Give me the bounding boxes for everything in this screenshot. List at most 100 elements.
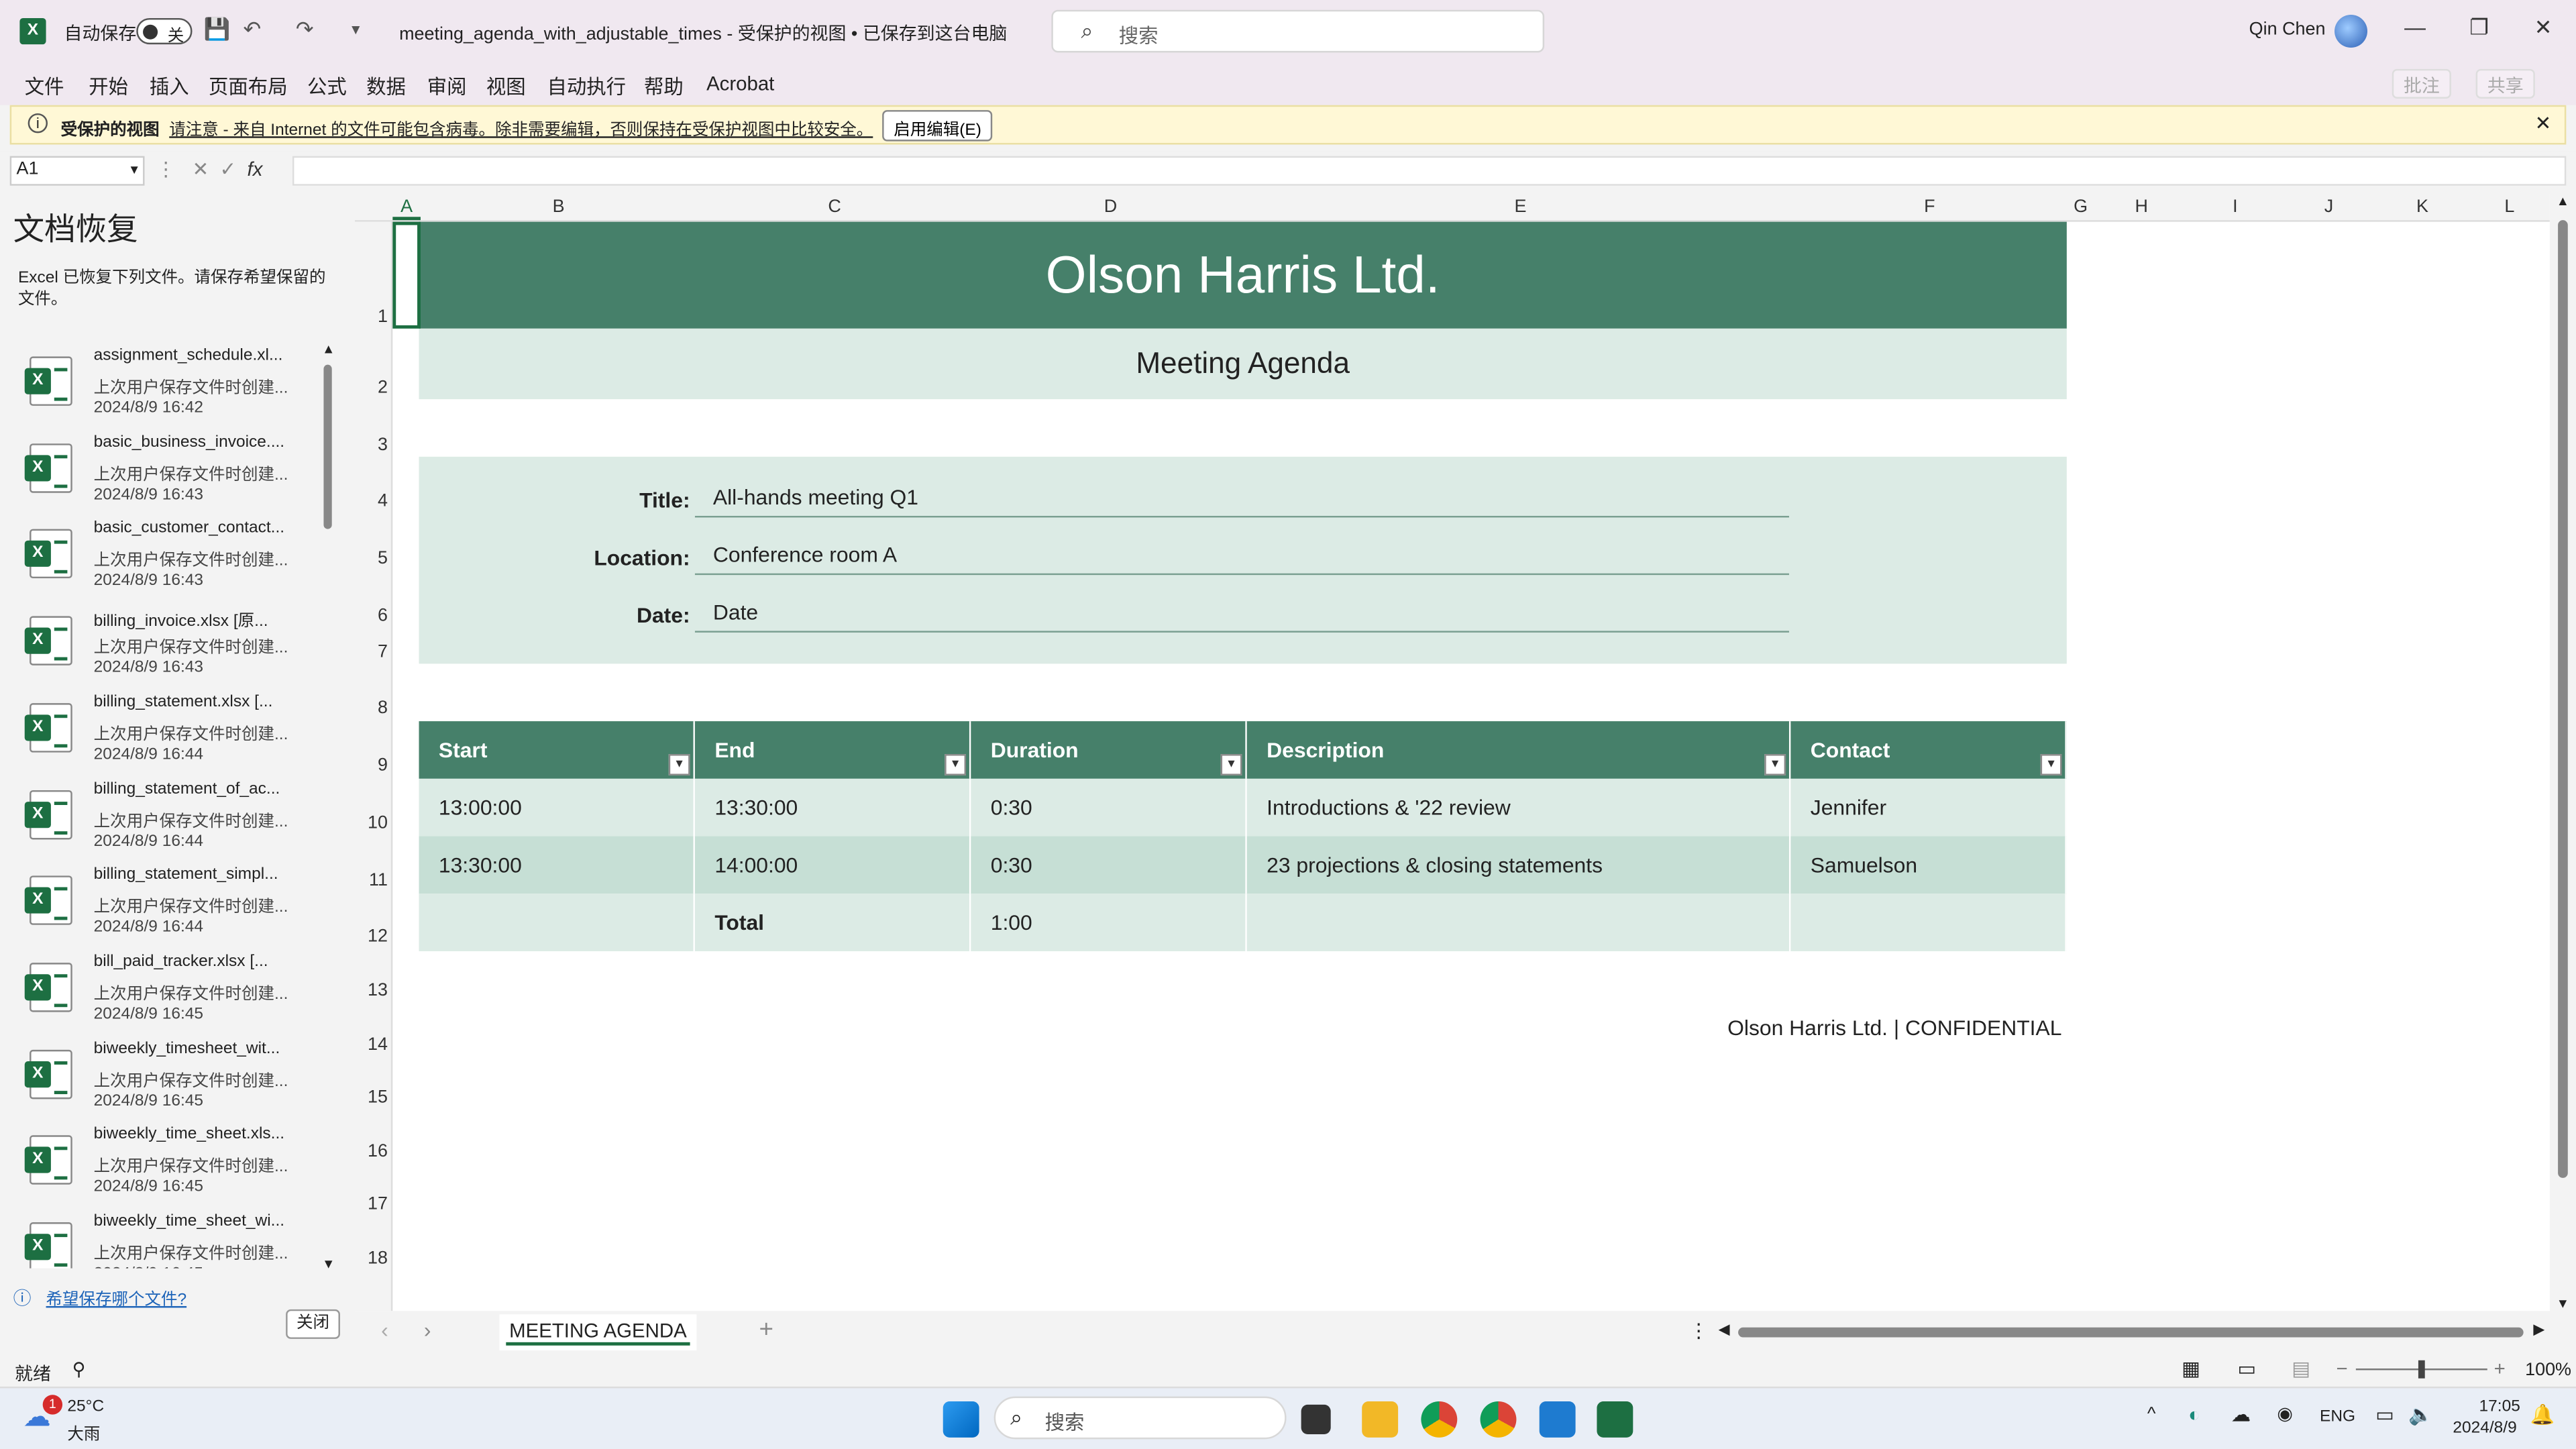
column-header[interactable]: C bbox=[696, 197, 972, 217]
onedrive-icon[interactable]: ☁ bbox=[2231, 1403, 2251, 1426]
tray-app-icon[interactable]: ◉ bbox=[2277, 1403, 2293, 1424]
zoom-slider[interactable] bbox=[2355, 1360, 2487, 1379]
formula-input[interactable] bbox=[292, 156, 2567, 186]
edge-icon[interactable]: ◐ bbox=[2188, 1403, 2200, 1426]
avatar[interactable] bbox=[2334, 15, 2368, 48]
recovery-list-item[interactable]: biweekly_time_sheet.xls... 上次用户保存文件时创建...… bbox=[0, 1126, 321, 1213]
minimize-icon[interactable]: — bbox=[2399, 15, 2432, 40]
row-header[interactable]: 10 bbox=[355, 813, 388, 833]
row-header[interactable]: 16 bbox=[355, 1142, 388, 1161]
tab-insert[interactable]: 插入 bbox=[150, 72, 189, 101]
scroll-thumb[interactable] bbox=[323, 364, 332, 529]
tab-automate[interactable]: 自动执行 bbox=[547, 72, 627, 101]
document-title[interactable]: meeting_agenda_with_adjustable_times - 受… bbox=[399, 19, 1007, 46]
comments-button[interactable]: 批注 bbox=[2392, 68, 2451, 99]
cancel-icon[interactable]: ✕ bbox=[193, 158, 209, 180]
insert-function-icon[interactable]: fx bbox=[248, 158, 263, 180]
column-header[interactable]: F bbox=[1792, 197, 2067, 217]
tab-view[interactable]: 视图 bbox=[486, 72, 526, 101]
clock-date[interactable]: 2024/8/9 bbox=[2453, 1419, 2516, 1438]
table-cell[interactable]: 13:00:00 bbox=[419, 778, 695, 837]
taskbar-search[interactable]: ⌕ 搜索 bbox=[994, 1396, 1287, 1440]
column-header[interactable]: K bbox=[2375, 197, 2469, 217]
column-header-description[interactable]: Description ▼ bbox=[1246, 721, 1791, 779]
date-value[interactable]: Date bbox=[694, 600, 1789, 633]
page-break-icon[interactable]: ▤ bbox=[2292, 1357, 2310, 1380]
total-duration[interactable]: 1:00 bbox=[971, 894, 1247, 951]
filter-dropdown-icon[interactable]: ▼ bbox=[945, 754, 967, 775]
column-header[interactable]: L bbox=[2469, 197, 2550, 217]
zoom-knob[interactable] bbox=[2418, 1360, 2425, 1379]
recovery-list-item[interactable]: bill_paid_tracker.xlsx [... 上次用户保存文件时创建..… bbox=[0, 953, 321, 1040]
save-icon[interactable]: 💾 bbox=[204, 16, 231, 42]
recovery-list-item[interactable]: assignment_schedule.xl... 上次用户保存文件时创建...2… bbox=[0, 347, 321, 434]
row-header[interactable]: 12 bbox=[355, 926, 388, 946]
tab-home[interactable]: 开始 bbox=[89, 72, 128, 101]
row-header[interactable]: 8 bbox=[355, 698, 388, 718]
recovery-list-item[interactable]: basic_customer_contact... 上次用户保存文件时创建...2… bbox=[0, 520, 321, 607]
row-header[interactable]: 9 bbox=[355, 756, 388, 775]
table-cell[interactable]: Jennifer bbox=[1790, 778, 2067, 837]
share-button[interactable]: 共享 bbox=[2475, 68, 2535, 99]
notification-bell-icon[interactable]: 🔔 bbox=[2530, 1403, 2555, 1426]
tab-data[interactable]: 数据 bbox=[366, 72, 406, 101]
restore-icon[interactable]: ❐ bbox=[2463, 15, 2496, 41]
user-name[interactable]: Qin Chen bbox=[2249, 19, 2326, 39]
column-header[interactable]: J bbox=[2282, 197, 2376, 217]
recovery-close-button[interactable]: 关闭 bbox=[286, 1309, 340, 1339]
column-header[interactable]: I bbox=[2188, 197, 2282, 217]
zoom-level[interactable]: 100% bbox=[2525, 1360, 2571, 1380]
task-view-icon[interactable] bbox=[1301, 1404, 1331, 1434]
column-header[interactable]: D bbox=[973, 197, 1248, 217]
column-header[interactable]: H bbox=[2094, 197, 2188, 217]
scroll-down-icon[interactable]: ▼ bbox=[322, 1256, 335, 1271]
table-cell[interactable]: Introductions & '22 review bbox=[1246, 778, 1791, 837]
next-sheet-icon[interactable]: › bbox=[424, 1318, 431, 1342]
column-header-duration[interactable]: Duration ▼ bbox=[971, 721, 1247, 779]
input-language[interactable]: ENG bbox=[2320, 1408, 2355, 1426]
vscode-icon[interactable] bbox=[1539, 1401, 1576, 1438]
column-header-end[interactable]: End ▼ bbox=[694, 721, 971, 779]
title-value[interactable]: All-hands meeting Q1 bbox=[694, 484, 1789, 518]
show-hidden-icon[interactable]: ^ bbox=[2147, 1405, 2156, 1424]
table-cell[interactable] bbox=[1246, 894, 1791, 951]
recovery-list-item[interactable]: biweekly_time_sheet_wi... 上次用户保存文件时创建...2… bbox=[0, 1212, 321, 1269]
search-box[interactable]: ⌕ 搜索 bbox=[1051, 9, 1545, 53]
scroll-right-icon[interactable]: ▶ bbox=[2533, 1321, 2544, 1339]
tab-acrobat[interactable]: Acrobat bbox=[706, 72, 774, 95]
customize-qat-icon[interactable]: ▾ bbox=[352, 21, 360, 40]
excel-taskbar-icon[interactable] bbox=[1597, 1401, 1633, 1438]
row-header[interactable]: 18 bbox=[355, 1248, 388, 1268]
chrome-profile-icon[interactable] bbox=[1480, 1401, 1517, 1438]
filter-dropdown-icon[interactable]: ▼ bbox=[2040, 754, 2062, 775]
enter-icon[interactable]: ✓ bbox=[220, 158, 237, 180]
scroll-down-icon[interactable]: ▼ bbox=[2557, 1296, 2569, 1311]
table-cell[interactable]: 0:30 bbox=[971, 836, 1247, 894]
row-header[interactable]: 3 bbox=[355, 435, 388, 455]
table-cell[interactable]: 23 projections & closing statements bbox=[1246, 836, 1791, 894]
row-header[interactable]: 11 bbox=[355, 871, 388, 890]
sheet-tab-meeting-agenda[interactable]: MEETING AGENDA bbox=[499, 1314, 697, 1351]
scroll-up-icon[interactable]: ▲ bbox=[322, 341, 335, 356]
recovery-list-item[interactable]: billing_statement.xlsx [... 上次用户保存文件时创建..… bbox=[0, 693, 321, 780]
row-header[interactable]: 5 bbox=[355, 549, 388, 568]
column-header[interactable]: E bbox=[1248, 197, 1792, 217]
row-header[interactable]: 13 bbox=[355, 981, 388, 1000]
row-header[interactable]: 7 bbox=[355, 643, 388, 662]
more-options-icon[interactable]: ⋮ bbox=[1689, 1320, 1709, 1342]
network-icon[interactable]: ▭ bbox=[2375, 1403, 2394, 1426]
undo-icon[interactable]: ↶ bbox=[243, 16, 261, 42]
column-header[interactable]: A bbox=[392, 197, 421, 221]
tab-review[interactable]: 审阅 bbox=[427, 72, 467, 101]
protected-view-message[interactable]: 请注意 - 来自 Internet 的文件可能包含病毒。除非需要编辑，否则保持在… bbox=[169, 115, 873, 140]
recovery-list-item[interactable]: billing_statement_simpl... 上次用户保存文件时创建...… bbox=[0, 866, 321, 953]
chevron-down-icon[interactable]: ▾ bbox=[131, 161, 138, 179]
tab-formulas[interactable]: 公式 bbox=[307, 72, 347, 101]
horizontal-scroll-thumb[interactable] bbox=[1738, 1327, 2524, 1338]
prev-sheet-icon[interactable]: ‹ bbox=[381, 1318, 388, 1342]
table-cell[interactable]: 14:00:00 bbox=[694, 836, 971, 894]
clock-time[interactable]: 17:05 bbox=[2479, 1398, 2520, 1416]
row-header[interactable]: 14 bbox=[355, 1035, 388, 1055]
redo-icon[interactable]: ↷ bbox=[296, 16, 314, 42]
tab-page-layout[interactable]: 页面布局 bbox=[209, 72, 288, 101]
